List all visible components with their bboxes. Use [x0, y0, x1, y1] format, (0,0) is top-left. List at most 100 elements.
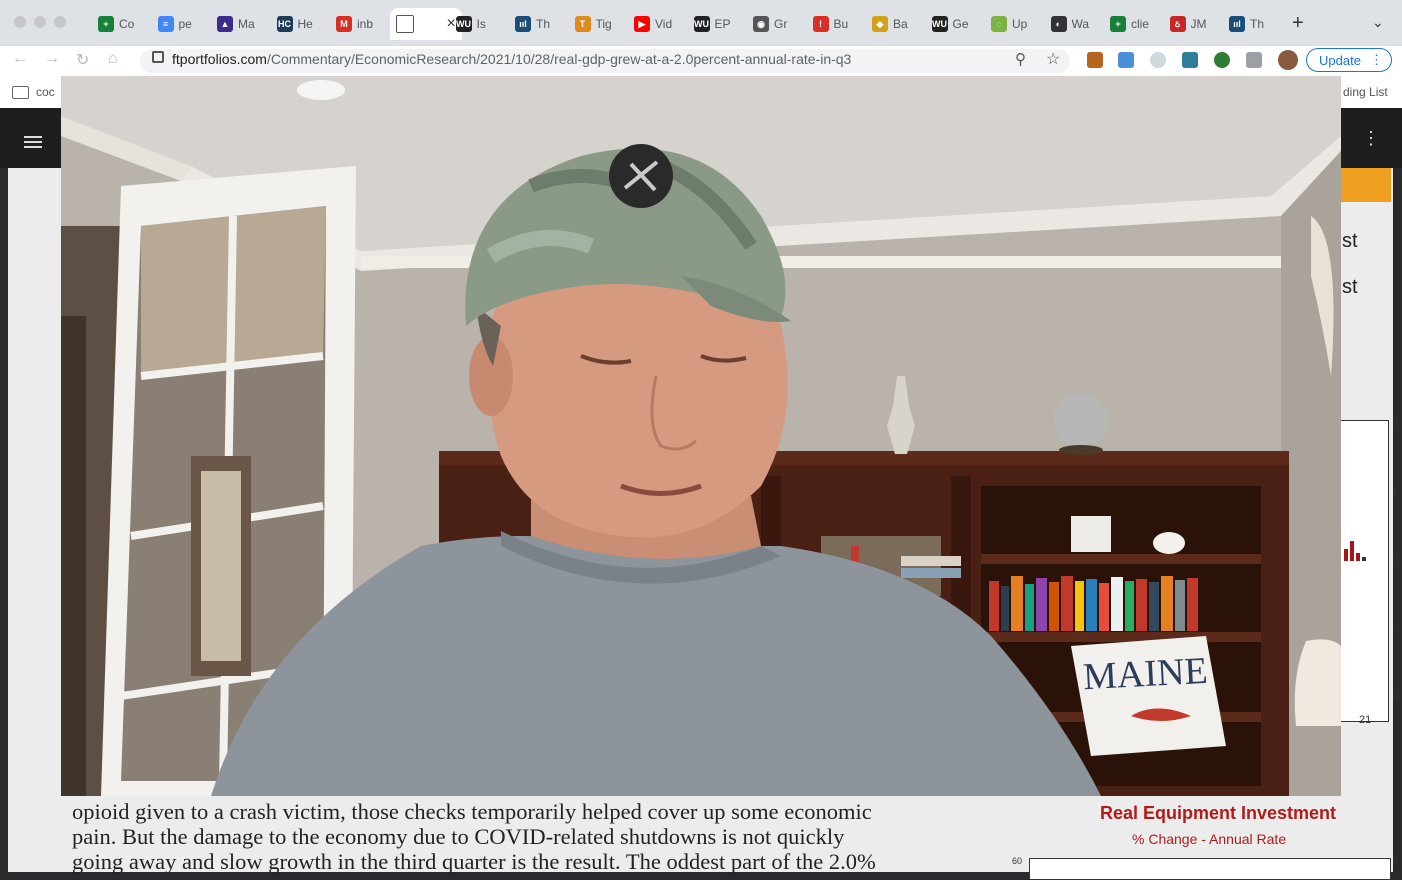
article-line: opioid given to a crash victim, those ch…	[72, 799, 872, 824]
chart-site-icon: ııl	[515, 16, 531, 32]
tiger-icon: T	[574, 16, 591, 32]
extension-icon[interactable]	[1214, 52, 1230, 68]
tab-label: Bu	[833, 17, 849, 31]
gmail-icon: M	[336, 16, 352, 32]
new-tab-button[interactable]: +	[1292, 12, 1304, 35]
sheets-icon: +	[98, 16, 114, 32]
tab-chart-site-7[interactable]: ııl Th	[515, 8, 554, 40]
mini-chart	[1340, 420, 1389, 722]
extension-icon[interactable]	[1150, 52, 1166, 68]
back-arrow-icon[interactable]: ←	[12, 50, 28, 68]
folder-icon	[12, 86, 29, 99]
zoom-icon[interactable]: ⚲	[1015, 50, 1026, 68]
tab-binance-13[interactable]: ◆ Ba	[872, 8, 911, 40]
tab-wu-14[interactable]: WU Ge	[931, 8, 971, 40]
tab-mailchimp-2[interactable]: ▲ Ma	[217, 8, 256, 40]
docs-icon: ≡	[157, 16, 174, 32]
tab-chart-site-19[interactable]: ııl Th	[1229, 8, 1268, 40]
chart-bar	[1356, 553, 1360, 561]
sidebar-heading[interactable]: st	[1342, 230, 1358, 253]
chart-site-icon: ııl	[1229, 16, 1245, 32]
tab-globe-11[interactable]: ◉ Gr	[753, 8, 792, 40]
tab-label: Tig	[595, 17, 612, 31]
axis-tick: 2	[1393, 487, 1399, 497]
chart-subtitle: % Change - Annual Rate	[1132, 831, 1287, 847]
home-icon[interactable]: ⌂	[108, 50, 118, 68]
hc-icon: HC	[276, 16, 293, 32]
tab-chat-15[interactable]: ◌ Up	[991, 8, 1030, 40]
site-menu-dots-icon[interactable]: ⋮	[1362, 128, 1380, 149]
address-url[interactable]: ftportfolios.com/Commentary/EconomicRese…	[172, 51, 851, 67]
tab-label: Th	[536, 17, 551, 31]
tab-label: He	[297, 17, 313, 31]
wave-icon: ◐	[1050, 16, 1067, 32]
axis-tick: 60	[1012, 856, 1023, 866]
article-line: going away and slow growth in the third …	[72, 849, 876, 874]
extension-icon[interactable]	[1118, 52, 1134, 68]
chart-bar	[1362, 557, 1366, 561]
tab-pin-12[interactable]: ! Bu	[812, 8, 852, 40]
forward-arrow-icon[interactable]: →	[44, 50, 60, 68]
youtube-icon: ▶	[634, 16, 650, 32]
tab-search-icon[interactable]: ⌄	[1372, 14, 1384, 31]
tab-label: Is	[476, 17, 486, 31]
tab-label: inb	[357, 17, 374, 31]
tab-label: EP	[714, 17, 731, 31]
reading-list-button[interactable]: ding List	[1343, 85, 1388, 99]
chat-icon: ◌	[991, 16, 1007, 32]
axis-tick: 0	[1393, 555, 1399, 565]
blank-page-icon	[395, 15, 414, 33]
tab-close-icon[interactable]: ×	[447, 15, 456, 33]
article-body: opioid given to a crash victim, those ch…	[72, 799, 960, 874]
webcam-feed: MAINE	[61, 76, 1341, 796]
axis-tick: 4	[1393, 418, 1399, 428]
sheets-icon: +	[1110, 16, 1126, 32]
chart-bar	[1350, 541, 1354, 561]
bookmark-folder[interactable]: coc	[36, 85, 55, 99]
profile-avatar[interactable]	[1278, 50, 1298, 70]
axis-tick: -2	[1393, 624, 1402, 634]
tab-docs-1[interactable]: ≡ pe	[157, 8, 197, 40]
pillow-text: MAINE	[1082, 650, 1209, 698]
tab-wu-6[interactable]: WU Is	[455, 8, 495, 40]
reload-icon[interactable]: ↻	[76, 50, 89, 70]
sidebar-heading[interactable]: st	[1342, 276, 1358, 299]
lock-icon	[152, 51, 164, 63]
menu-dots-icon[interactable]: ⋮	[1370, 52, 1383, 68]
wu-icon: WU	[693, 16, 710, 32]
article-line: pain. But the damage to the economy due …	[72, 824, 845, 849]
tab-label: Wa	[1071, 17, 1090, 31]
tab-sheets-0[interactable]: + Co	[98, 8, 137, 40]
tab-gmail-4[interactable]: Minb	[336, 8, 375, 40]
url-domain: ftportfolios.com	[172, 51, 267, 67]
puzzle-icon[interactable]	[1246, 52, 1262, 68]
close-window-button[interactable]	[14, 16, 26, 28]
update-button[interactable]: Update ⋮	[1306, 48, 1392, 72]
tab-tiger-8[interactable]: T Tig	[574, 8, 614, 40]
jm-icon: ઠ	[1169, 16, 1186, 32]
extension-icon[interactable]	[1182, 52, 1198, 68]
tab-label: Ba	[893, 17, 908, 31]
zoom-window-button[interactable]	[54, 16, 66, 28]
extension-icon[interactable]	[1087, 52, 1103, 68]
equipment-chart	[1029, 858, 1391, 880]
video-call-window[interactable]: MAINE	[61, 76, 1341, 796]
binance-icon: ◆	[872, 16, 888, 32]
hamburger-menu-icon[interactable]	[24, 133, 42, 151]
tab-wu-10[interactable]: WU EP	[693, 8, 733, 40]
tab-blank-page-5[interactable]: ×	[389, 8, 462, 40]
bookmark-star-icon[interactable]: ☆	[1046, 49, 1060, 69]
tab-sheets-17[interactable]: + clie	[1110, 8, 1149, 40]
wu-icon: WU	[931, 16, 948, 32]
axis-tick: 21	[1359, 714, 1372, 726]
tab-wave-16[interactable]: ◐ Wa	[1050, 8, 1090, 40]
tab-youtube-9[interactable]: ▶ Vid	[634, 8, 673, 40]
tab-hc-3[interactable]: HC He	[276, 8, 316, 40]
chart-bar	[1344, 549, 1348, 561]
tab-label: Ma	[238, 17, 255, 31]
url-path: /Commentary/EconomicResearch/2021/10/28/…	[266, 51, 852, 67]
tab-label: clie	[1131, 17, 1149, 31]
tab-label: Up	[1012, 17, 1028, 31]
minimize-window-button[interactable]	[34, 16, 46, 28]
tab-jm-18[interactable]: ઠ JM	[1169, 8, 1209, 40]
